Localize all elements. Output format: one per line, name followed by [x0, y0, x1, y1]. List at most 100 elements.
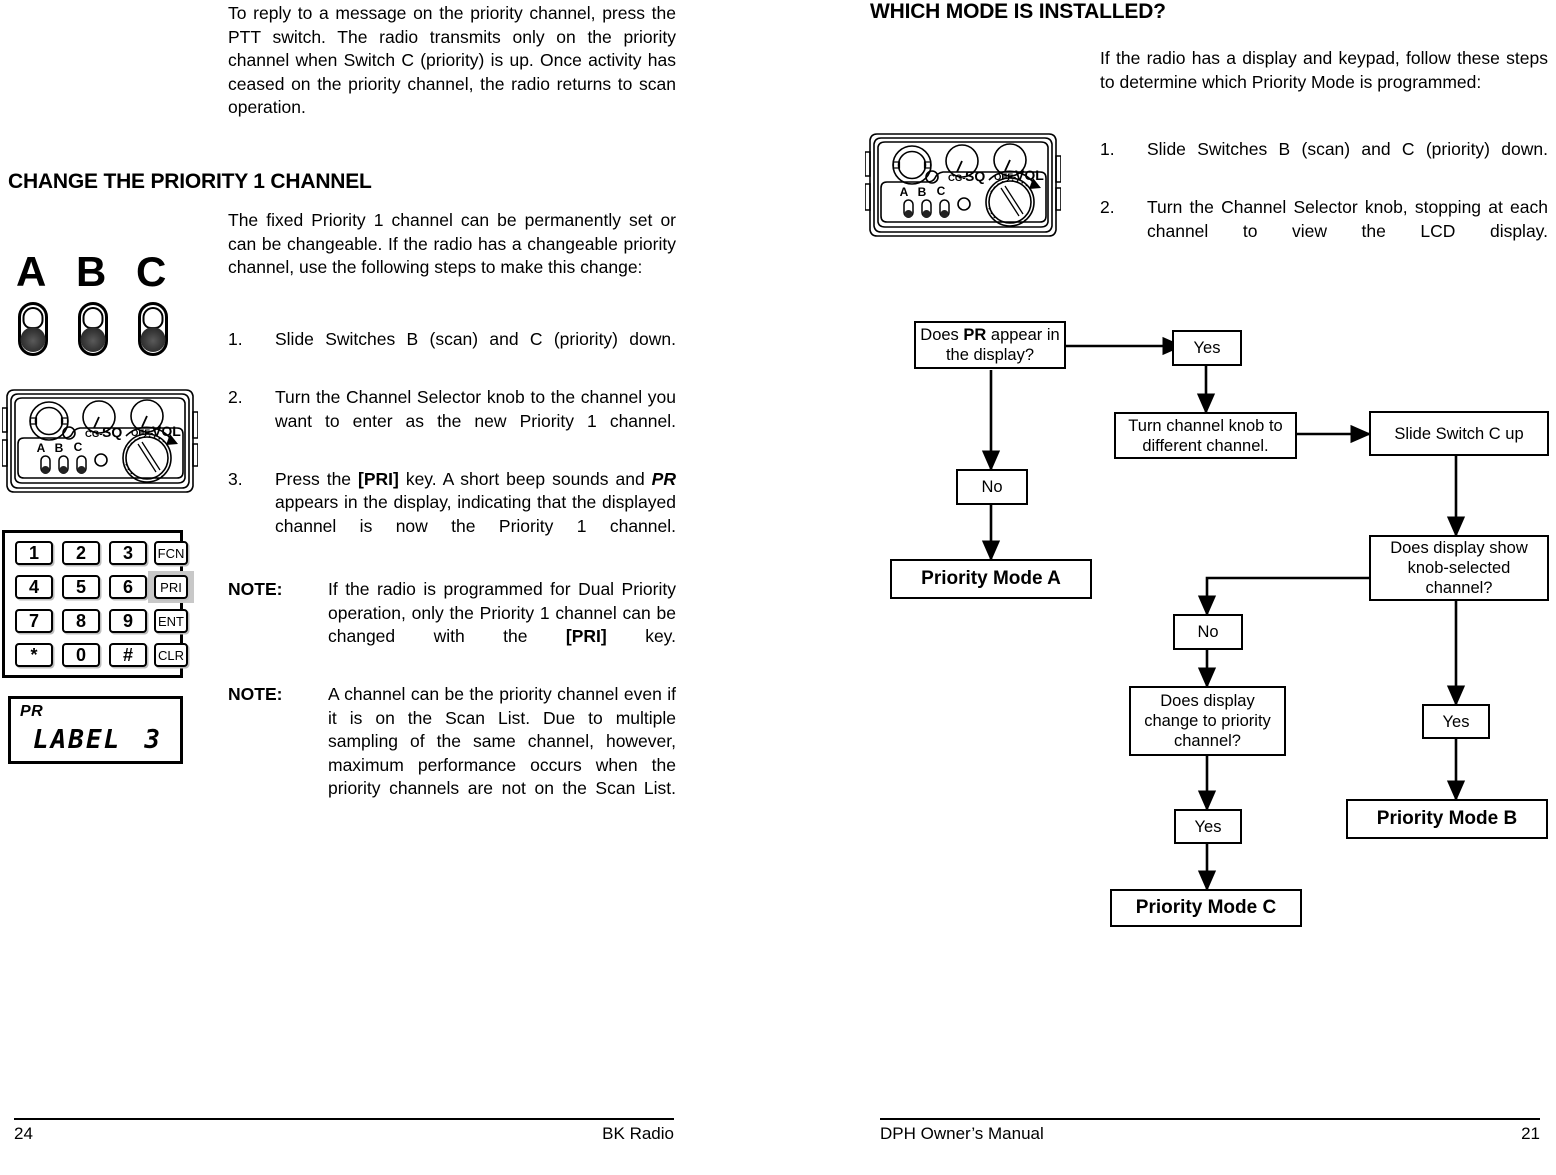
keypad-key-ent[interactable]: ENT [154, 609, 188, 633]
note-body: A channel can be the priority channel ev… [328, 684, 676, 798]
radio-front-panel-figure-left: A B C CG- SQ OFF- VOL [2, 382, 198, 500]
keypad-key-3[interactable]: 3 [109, 541, 147, 565]
panel-switch-label-c: C [74, 440, 83, 454]
flow-node-turn-channel-knob: Turn channel knob to different channel. [1114, 412, 1297, 459]
keypad-key-0[interactable]: 0 [62, 643, 100, 667]
flow-node-no-1: No [956, 469, 1028, 505]
flow-node-text: Yes [1442, 712, 1470, 731]
intro-paragraph: To reply to a message on the priority ch… [228, 3, 676, 117]
footer-right: DPH Owner’s Manual 21 [880, 1118, 1540, 1158]
flow-node-does-display-change-priority: Does display change to priority channel? [1129, 686, 1286, 756]
switch-label-b: B [76, 248, 107, 295]
page-number: 24 [14, 1124, 33, 1143]
footer-rule [14, 1118, 674, 1120]
step3-pre: Press the [275, 468, 359, 489]
change-priority-steps: 1. Slide Switches B (scan) and C (priori… [228, 328, 676, 573]
flow-node-yes-1: Yes [1172, 330, 1242, 366]
pr-indicator-text: PR [963, 326, 987, 344]
flow-node-text: Yes [1194, 817, 1222, 836]
knob-label-vol: VOL [152, 423, 181, 439]
flow-node-yes-3: Yes [1174, 809, 1242, 844]
priority-mode-flowchart: Does PR appear in the display? Yes No Pr… [778, 0, 1556, 1175]
slide-switch-a[interactable] [18, 302, 48, 356]
keypad-key-8[interactable]: 8 [62, 609, 100, 633]
lcd-label-text: LABEL [33, 725, 122, 755]
flow-node-text: Does PR appear in the display? [920, 325, 1060, 365]
step-text: Slide Switches B (scan) and C (priority)… [275, 329, 676, 349]
note-label: NOTE: [228, 684, 283, 704]
step-number: 3. [228, 468, 243, 489]
flow-node-text: Priority Mode B [1376, 808, 1518, 829]
panel-switch-label-b: B [55, 441, 64, 455]
radio-panel-drawing: A B C CG- SQ OFF- VOL [2, 389, 198, 493]
list-item: 1. Slide Switches B (scan) and C (priori… [228, 328, 676, 375]
section-heading-change-priority: CHANGE THE PRIORITY 1 CHANNEL [8, 170, 372, 193]
lcd-pr-indicator: PR [20, 703, 44, 720]
q-pr-pre: Does [920, 326, 964, 344]
keypad-key-6[interactable]: 6 [109, 575, 147, 599]
flow-node-text: Yes [1193, 339, 1221, 357]
flow-node-text: No [981, 478, 1003, 496]
slide-switch-c[interactable] [138, 302, 168, 356]
step3-post: appears in the display, indicating that … [275, 492, 676, 536]
step3-mid: key. A short beep sounds and [398, 468, 652, 489]
step-number: 2. [228, 387, 243, 407]
right-page: WHICH MODE IS INSTALLED? If the radio ha… [778, 0, 1556, 1175]
note1-post: key. [606, 626, 676, 646]
keypad-key-4[interactable]: 4 [15, 575, 53, 599]
knob-label-cg: CG- [85, 429, 102, 440]
abc-slide-switch-figure: A B C [0, 240, 190, 370]
slide-switch-b[interactable] [78, 302, 108, 356]
flow-node-text: Does display change to priority channel? [1144, 692, 1271, 750]
flow-node-text: No [1197, 623, 1219, 641]
flow-node-yes-2: Yes [1422, 704, 1490, 739]
keypad-key-7[interactable]: 7 [15, 609, 53, 633]
note-body: If the radio is programmed for Dual Prio… [328, 578, 676, 672]
note-row: NOTE: If the radio is programmed for Dua… [228, 578, 676, 672]
footer-rule [880, 1118, 1540, 1120]
lead-paragraph: The fixed Priority 1 channel can be perm… [228, 210, 676, 277]
flow-node-no-2: No [1173, 614, 1243, 650]
flow-node-priority-mode-b: Priority Mode B [1346, 799, 1548, 839]
flow-node-text: Turn channel knob to different channel. [1128, 416, 1283, 455]
flow-node-priority-mode-a: Priority Mode A [890, 559, 1092, 599]
pri-key-label: [PRI] [358, 468, 399, 489]
left-page: To reply to a message on the priority ch… [0, 0, 778, 1175]
keypad-key-star[interactable]: * [15, 643, 53, 667]
flow-node-text: Priority Mode C [1135, 897, 1277, 918]
keypad-key-5[interactable]: 5 [62, 575, 100, 599]
lcd-channel-number: 3 [144, 725, 160, 755]
footer-title: DPH Owner’s Manual [880, 1124, 1044, 1143]
panel-switch-label-a: A [37, 441, 46, 455]
keypad-key-pri[interactable]: PRI [154, 575, 188, 599]
knob-label-off: OFF- [131, 428, 153, 439]
keypad-figure: 1 2 3 FCN 4 5 6 PRI 7 8 9 ENT * 0 # CLR [2, 530, 194, 678]
flow-node-slide-switch-c-up: Slide Switch C up [1369, 411, 1549, 456]
keypad-key-fcn[interactable]: FCN [154, 541, 188, 565]
note-label: NOTE: [228, 579, 283, 599]
keypad-key-1[interactable]: 1 [15, 541, 53, 565]
keypad-key-clr[interactable]: CLR [154, 643, 188, 667]
note-row: NOTE: A channel can be the priority chan… [228, 683, 676, 824]
flow-node-text: Does display show knob-selected channel? [1390, 539, 1528, 597]
step-text: Press the [PRI] key. A short beep sounds… [275, 468, 676, 562]
switch-label-a: A [16, 248, 47, 295]
manual-page-spread: To reply to a message on the priority ch… [0, 0, 1556, 1175]
list-item: 2. Turn the Channel Selector knob to the… [228, 386, 676, 457]
keypad-key-9[interactable]: 9 [109, 609, 147, 633]
notes-block: NOTE: If the radio is programmed for Dua… [228, 578, 676, 835]
pri-key-label: [PRI] [565, 626, 607, 646]
list-item: 3. Press the [PRI] key. A short beep sou… [228, 468, 676, 562]
flow-node-does-pr-appear: Does PR appear in the display? [914, 321, 1066, 369]
switch-label-c: C [136, 248, 167, 295]
pr-indicator-text: PR [651, 468, 676, 489]
keypad-key-hash[interactable]: # [109, 643, 147, 667]
page-number: 21 [1521, 1124, 1540, 1143]
flow-node-priority-mode-c: Priority Mode C [1110, 889, 1302, 927]
footer-title: BK Radio [602, 1124, 674, 1143]
knob-label-sq: SQ [102, 424, 122, 440]
keypad-key-2[interactable]: 2 [62, 541, 100, 565]
footer-left: 24 BK Radio [14, 1118, 674, 1158]
step-number: 1. [228, 329, 243, 349]
flow-node-text: Priority Mode A [921, 568, 1061, 589]
